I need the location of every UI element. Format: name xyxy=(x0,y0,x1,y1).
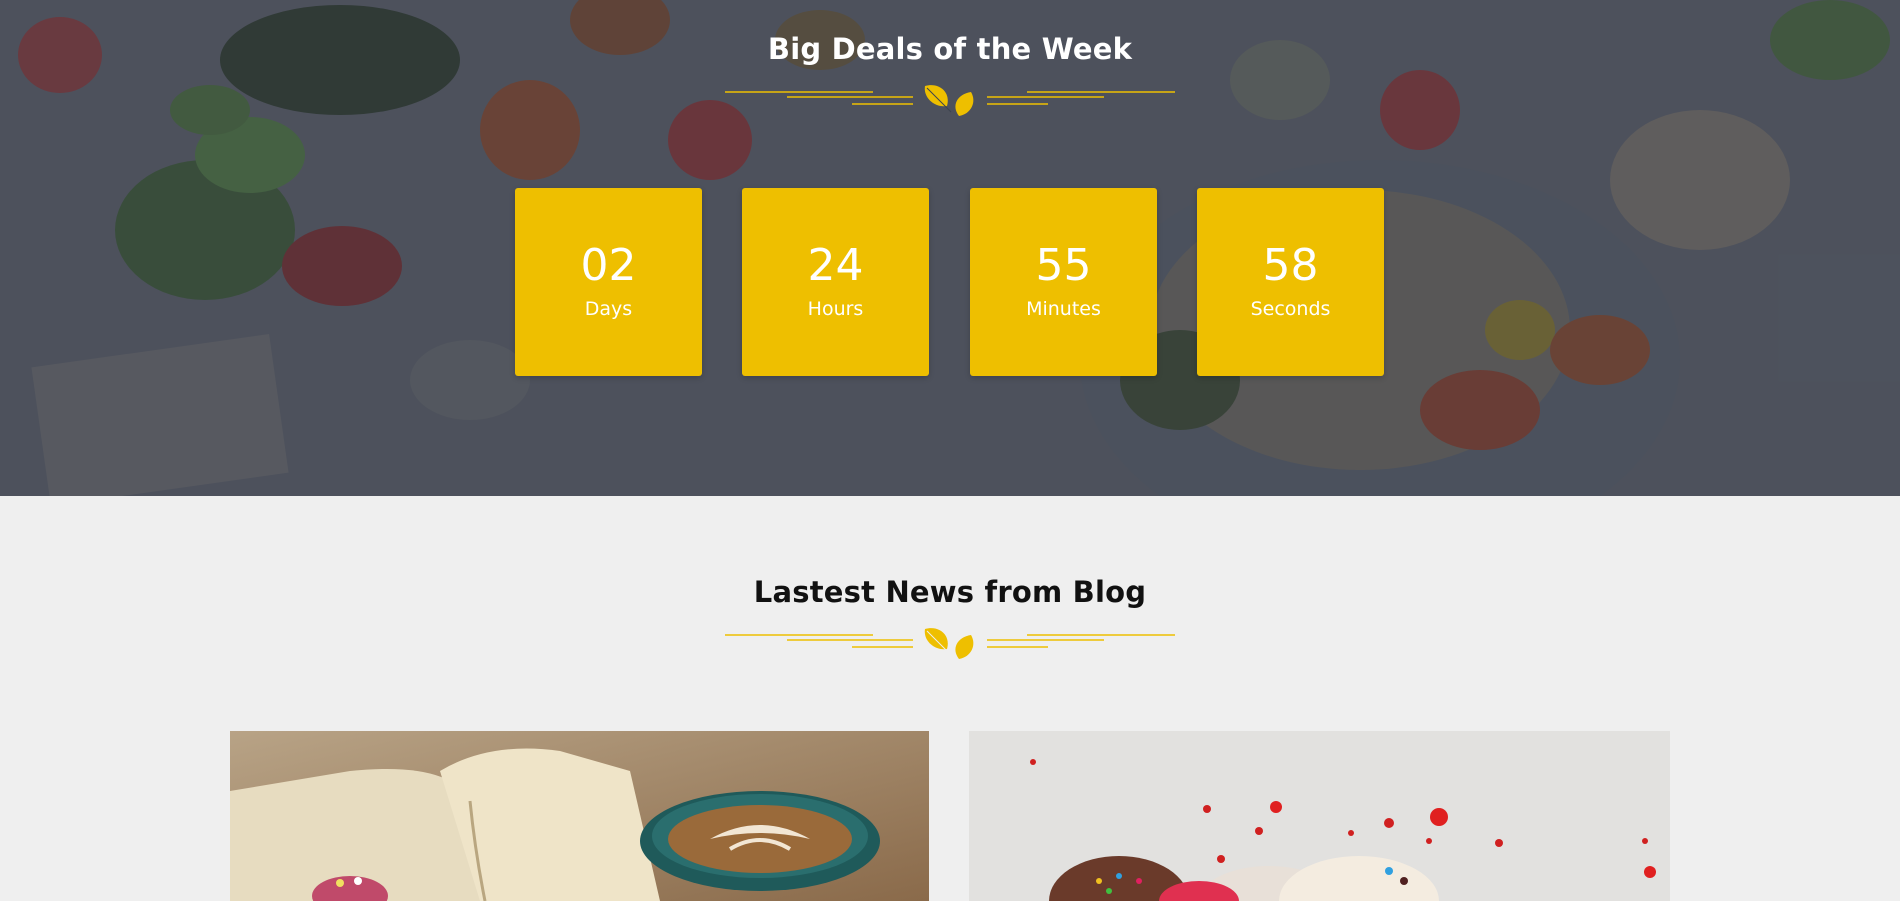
countdown-seconds-label: Seconds xyxy=(1250,298,1331,320)
countdown-minutes-label: Minutes xyxy=(1026,298,1101,320)
blog-title: Lastest News from Blog xyxy=(753,575,1147,609)
countdown-hours-value: 24 xyxy=(807,240,864,291)
countdown-seconds-value: 58 xyxy=(1262,240,1319,291)
deals-title: Big Deals of the Week xyxy=(767,32,1133,66)
countdown-seconds: 58 Seconds xyxy=(1197,188,1384,376)
countdown-minutes: 55 Minutes xyxy=(970,188,1157,376)
leaf-divider-icon xyxy=(725,628,1175,659)
deals-overlay xyxy=(0,0,1900,496)
leaf-divider-icon xyxy=(725,85,1175,116)
countdown-minutes-value: 55 xyxy=(1035,240,1092,291)
deals-section: Big Deals of the Week 02 Days 24 Hours 5… xyxy=(0,0,1900,496)
countdown-hours: 24 Hours xyxy=(742,188,929,376)
blog-post-1-image[interactable] xyxy=(230,731,929,901)
blog-post-2-image[interactable] xyxy=(969,731,1670,901)
countdown-hours-label: Hours xyxy=(807,298,864,320)
countdown-days-value: 02 xyxy=(580,240,637,291)
countdown-days-label: Days xyxy=(584,298,633,320)
countdown-days: 02 Days xyxy=(515,188,702,376)
